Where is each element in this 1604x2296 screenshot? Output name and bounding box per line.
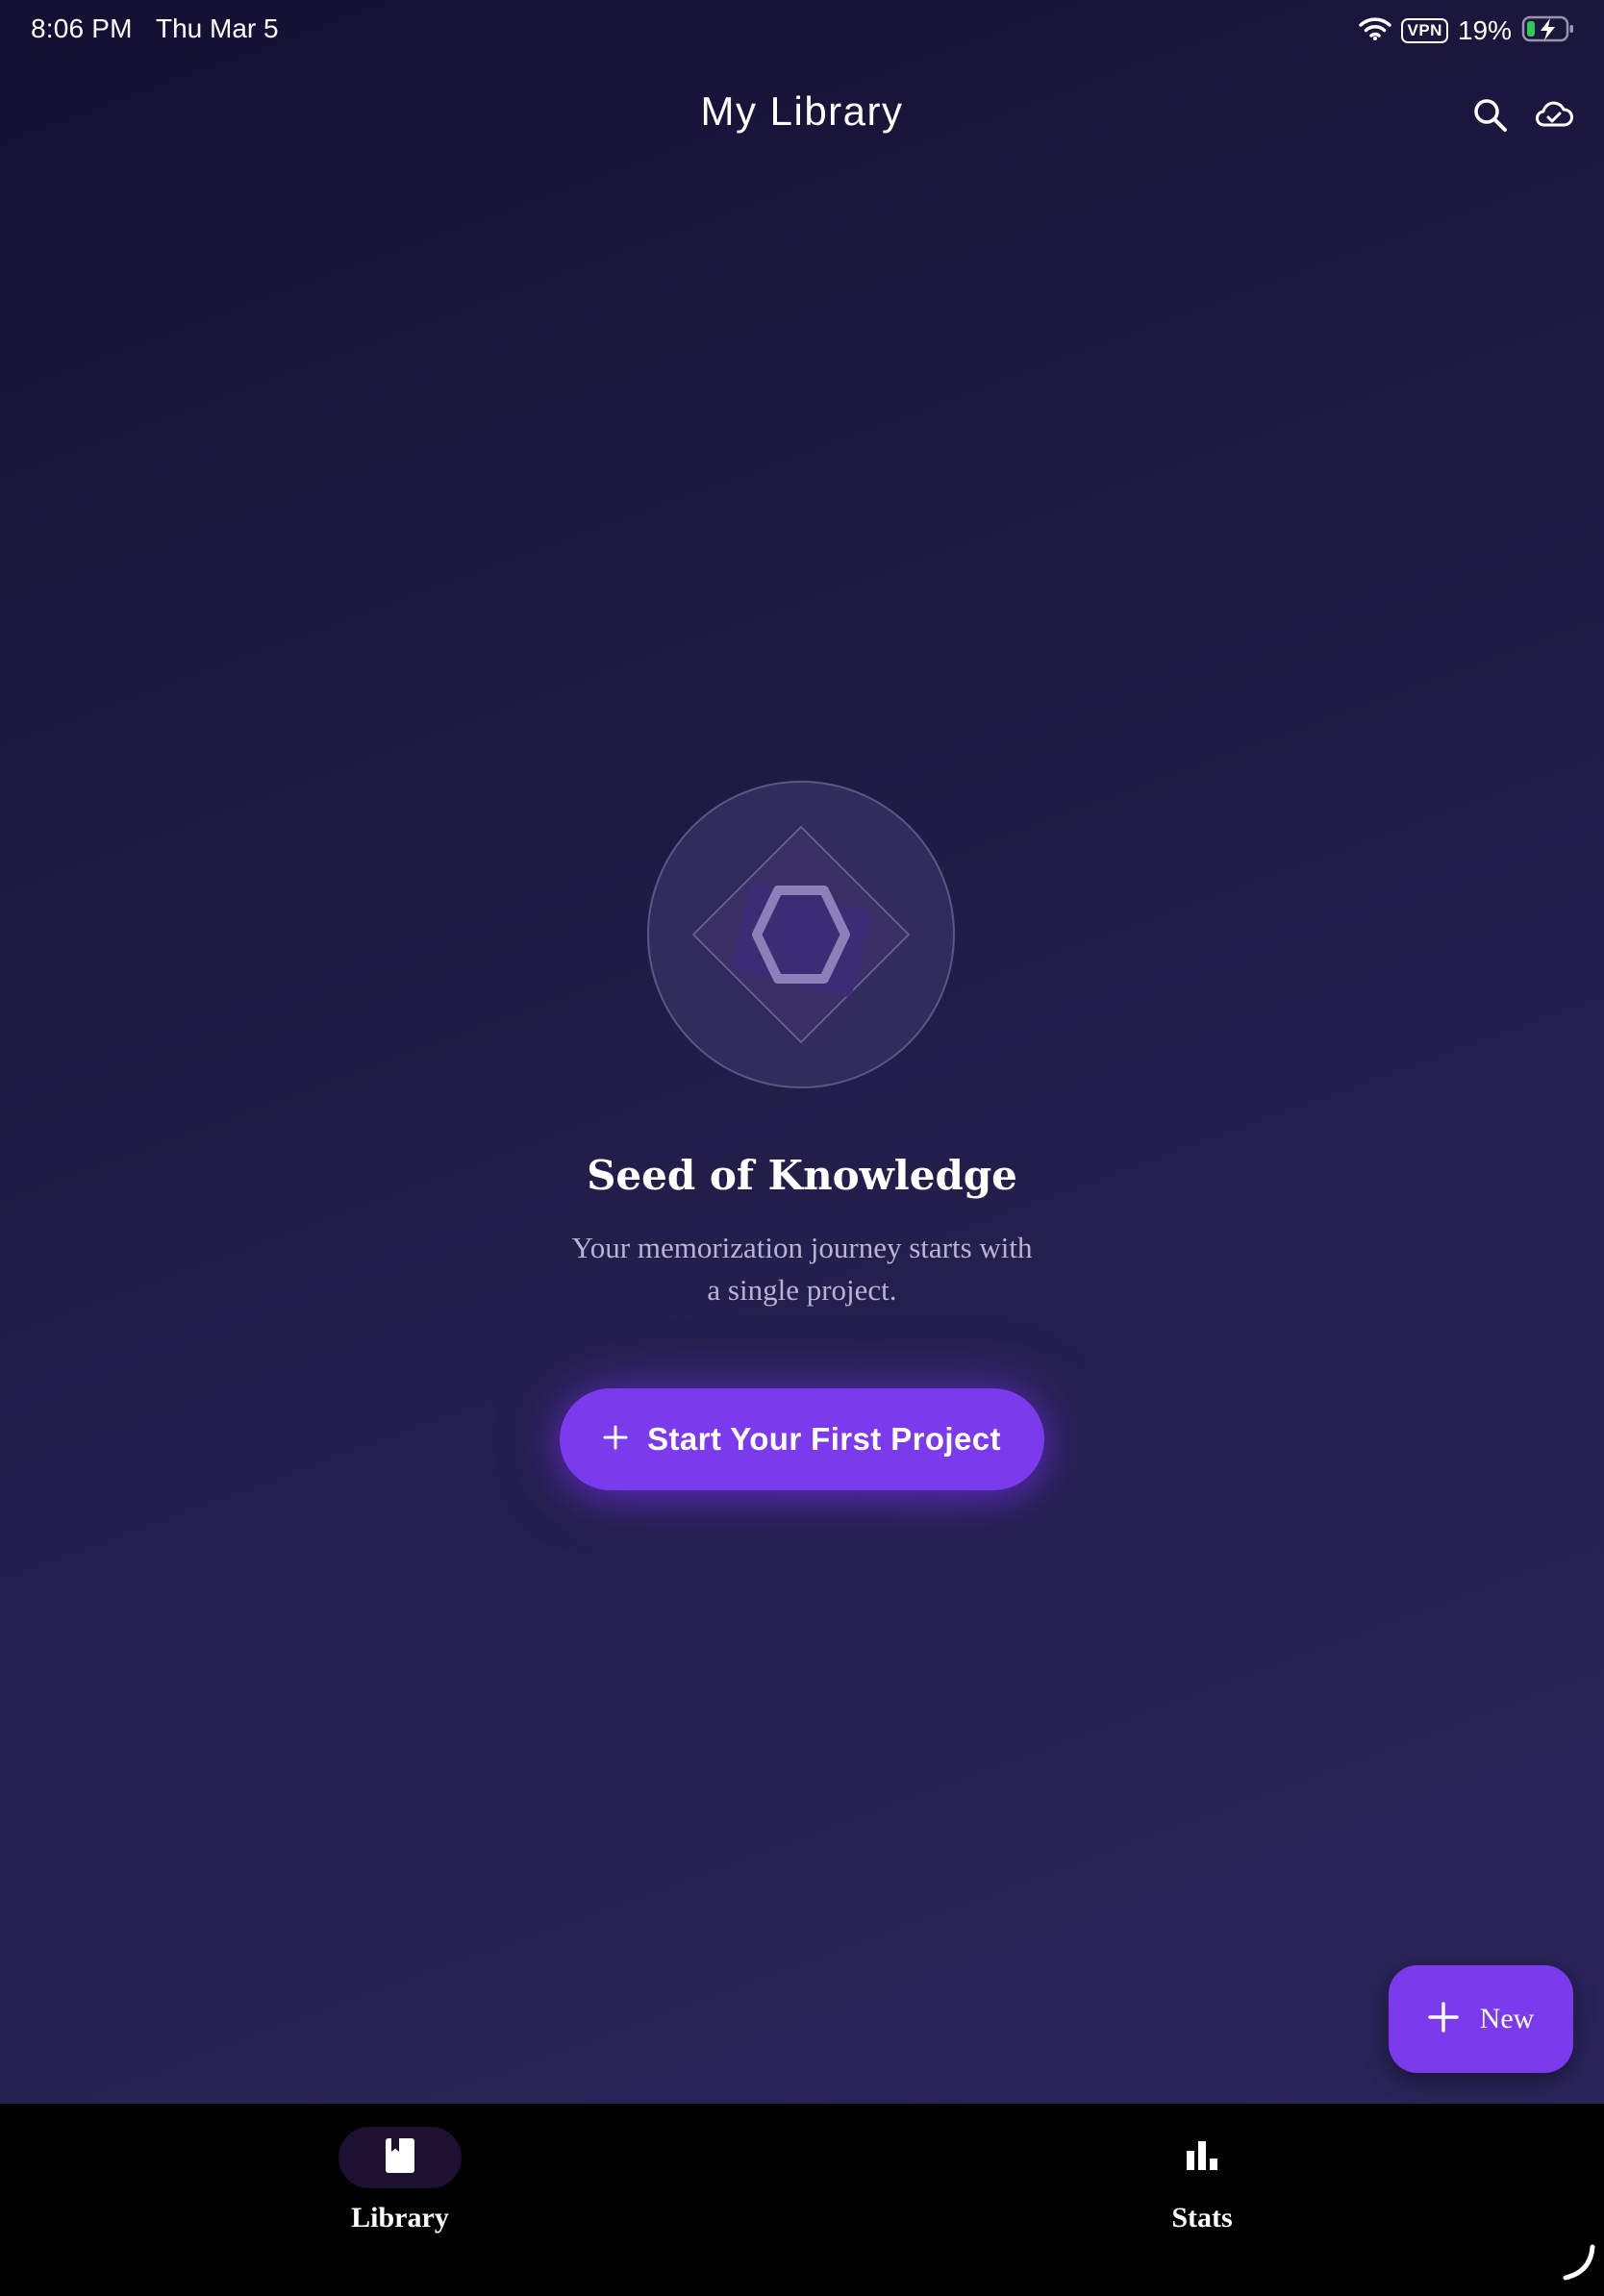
bottom-nav: Library Stats: [0, 2104, 1604, 2296]
status-indicators: VPN 19%: [1359, 12, 1575, 50]
app-screen: 8:06 PM Thu Mar 5 VPN 19% My Library See…: [0, 0, 1604, 2104]
status-bar: 8:06 PM Thu Mar 5 VPN 19%: [0, 0, 1604, 62]
new-project-fab[interactable]: New: [1389, 1965, 1573, 2073]
nav-active-indicator: [338, 2127, 462, 2188]
plus-icon: [603, 1425, 628, 1455]
nav-label-stats: Stats: [1171, 2202, 1233, 2234]
nav-pill-stats: [1140, 2127, 1264, 2188]
empty-state-subtitle: Your memorization journey starts with a …: [571, 1231, 1033, 1307]
wifi-icon: [1359, 16, 1392, 46]
nav-item-stats[interactable]: Stats: [1058, 2127, 1346, 2234]
nav-label-library: Library: [351, 2202, 449, 2234]
page-title: My Library: [700, 88, 904, 134]
cloud-sync-icon[interactable]: [1533, 94, 1575, 137]
status-date: Thu Mar 5: [156, 13, 279, 43]
nav-item-library[interactable]: Library: [256, 2127, 544, 2234]
status-time: 8:06 PM: [31, 13, 133, 43]
book-icon: [384, 2136, 416, 2180]
new-project-label: New: [1479, 2003, 1535, 2034]
empty-state-title: Seed of Knowledge: [587, 1152, 1017, 1199]
battery-percent: 19%: [1457, 15, 1512, 45]
search-icon[interactable]: [1469, 94, 1512, 137]
bar-chart-icon: [1185, 2139, 1219, 2177]
battery-charging-icon: [1521, 14, 1575, 48]
plus-icon: [1427, 2001, 1459, 2037]
start-first-project-button[interactable]: Start Your First Project: [560, 1388, 1044, 1490]
vpn-icon: VPN: [1401, 18, 1448, 43]
home-indicator-curve-icon: [1558, 2243, 1596, 2286]
start-first-project-label: Start Your First Project: [647, 1421, 1001, 1457]
hexagon-diamond-emblem-icon: [647, 781, 955, 1088]
